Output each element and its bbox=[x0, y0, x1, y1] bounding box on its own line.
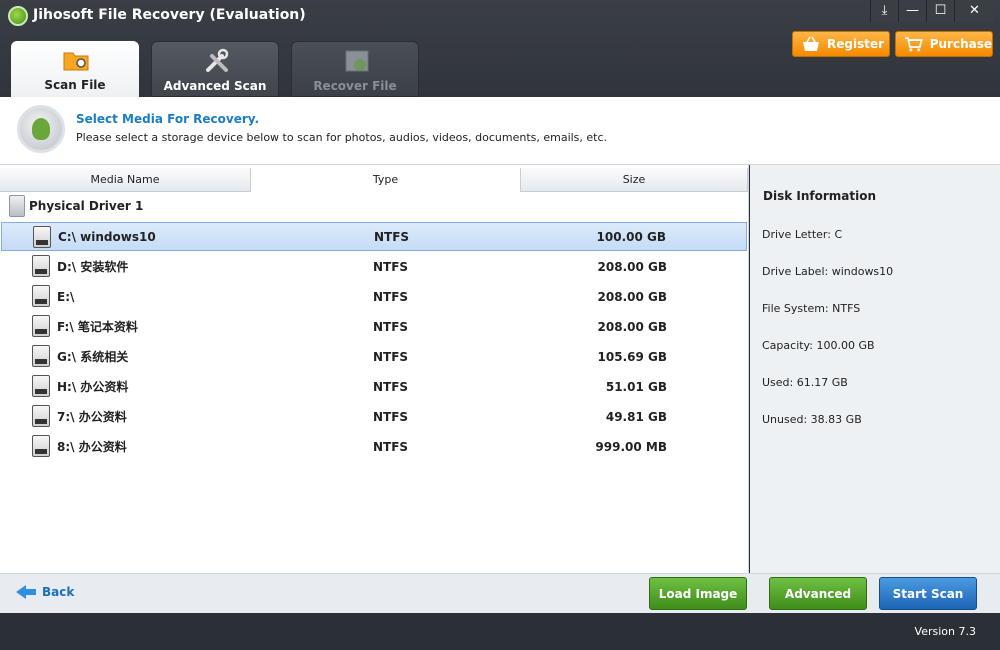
row-name: D:\ 安装软件 bbox=[57, 260, 129, 274]
table-row[interactable]: 8:\ 办公资料 NTFS 999.00 MB bbox=[1, 432, 747, 461]
minimize-button[interactable]: — bbox=[898, 0, 926, 22]
capacity: Capacity: 100.00 GB bbox=[762, 339, 875, 352]
tab-advanced-scan-label: Advanced Scan bbox=[163, 79, 267, 93]
back-button[interactable]: Back bbox=[16, 585, 74, 599]
info-title: Select Media For Recovery. bbox=[76, 112, 260, 126]
drive-icon bbox=[32, 285, 50, 307]
row-type: NTFS bbox=[373, 319, 409, 334]
drive-icon bbox=[33, 226, 51, 248]
row-name: H:\ 办公资料 bbox=[57, 380, 129, 394]
column-type[interactable]: Type bbox=[251, 168, 521, 192]
tab-advanced-scan[interactable]: Advanced Scan bbox=[151, 41, 279, 97]
maximize-button[interactable]: ☐ bbox=[926, 0, 954, 22]
row-type: NTFS bbox=[373, 259, 409, 274]
table-header: Media Name Type Size bbox=[0, 168, 748, 192]
drive-letter: Drive Letter: C bbox=[762, 228, 843, 241]
recover-file-icon bbox=[345, 50, 369, 72]
action-bar: Back Load Image Advanced Scan Start Scan bbox=[0, 573, 1000, 634]
tab-recover-file-label: Recover File bbox=[313, 79, 397, 93]
row-name: E:\ bbox=[57, 289, 75, 304]
tab-scan-file[interactable]: Scan File bbox=[11, 41, 139, 97]
version-label: Version 7.3 bbox=[914, 625, 976, 638]
purchase-label: Purchase bbox=[929, 37, 992, 51]
row-name: F:\ 笔记本资料 bbox=[57, 320, 138, 334]
table-row[interactable]: H:\ 办公资料 NTFS 51.01 GB bbox=[1, 372, 747, 401]
drive-icon bbox=[32, 405, 50, 427]
row-type: NTFS bbox=[373, 439, 409, 454]
app-logo-icon bbox=[8, 6, 28, 26]
media-list-panel: Media Name Type Size Physical Driver 1 C… bbox=[0, 165, 749, 573]
start-scan-button[interactable]: Start Scan bbox=[879, 577, 977, 610]
back-arrow-icon bbox=[16, 585, 36, 599]
row-size: 105.69 GB bbox=[597, 349, 667, 364]
row-size: 999.00 MB bbox=[595, 439, 667, 454]
row-size: 49.81 GB bbox=[605, 409, 667, 424]
load-image-button[interactable]: Load Image bbox=[649, 577, 747, 610]
row-size: 208.00 GB bbox=[597, 259, 667, 274]
row-type: NTFS bbox=[373, 409, 409, 424]
drive-icon bbox=[32, 255, 50, 277]
folder-search-icon bbox=[63, 52, 89, 71]
drive-icon bbox=[32, 435, 50, 457]
physical-drive-group[interactable]: Physical Driver 1 bbox=[9, 195, 143, 217]
table-row[interactable]: E:\ NTFS 208.00 GB bbox=[1, 282, 747, 311]
status-bar: Version 7.3 bbox=[0, 613, 1000, 650]
tools-icon bbox=[206, 48, 229, 72]
table-row[interactable]: G:\ 系统相关 NTFS 105.69 GB bbox=[1, 342, 747, 371]
register-button[interactable]: Register bbox=[792, 31, 890, 57]
row-type: NTFS bbox=[373, 289, 409, 304]
column-media-name[interactable]: Media Name bbox=[0, 168, 251, 192]
row-type: NTFS bbox=[373, 349, 409, 364]
table-row[interactable]: C:\ windows10 NTFS 100.00 GB bbox=[1, 222, 747, 251]
row-size: 208.00 GB bbox=[597, 289, 667, 304]
back-label: Back bbox=[42, 585, 75, 599]
disk-info-panel: Disk Information Drive Letter: C Drive L… bbox=[750, 165, 1000, 573]
unused-space: Unused: 38.83 GB bbox=[762, 413, 862, 426]
drive-icon bbox=[32, 375, 50, 397]
table-row[interactable]: D:\ 安装软件 NTFS 208.00 GB bbox=[1, 252, 747, 281]
app-title: Jihosoft File Recovery (Evaluation) bbox=[33, 7, 306, 23]
info-header: Select Media For Recovery. Please select… bbox=[0, 97, 1000, 165]
title-bar: Jihosoft File Recovery (Evaluation) ⤓ — … bbox=[0, 0, 1000, 97]
row-name: 8:\ 办公资料 bbox=[57, 440, 127, 454]
purchase-button[interactable]: Purchase bbox=[895, 31, 993, 57]
tab-scan-file-label: Scan File bbox=[44, 78, 106, 92]
row-size: 51.01 GB bbox=[605, 379, 667, 394]
table-row[interactable]: 7:\ 办公资料 NTFS 49.81 GB bbox=[1, 402, 747, 431]
register-label: Register bbox=[827, 37, 885, 51]
drive-icon bbox=[32, 345, 50, 367]
physical-drive-icon bbox=[9, 195, 25, 217]
advanced-scan-button[interactable]: Advanced Scan bbox=[769, 577, 867, 634]
row-type: NTFS bbox=[373, 379, 409, 394]
table-row[interactable]: F:\ 笔记本资料 NTFS 208.00 GB bbox=[1, 312, 747, 341]
tab-recover-file[interactable]: Recover File bbox=[291, 41, 419, 97]
close-button[interactable]: ✕ bbox=[954, 0, 994, 22]
file-system: File System: NTFS bbox=[762, 302, 861, 315]
basket-icon bbox=[803, 36, 819, 51]
row-name: G:\ 系统相关 bbox=[57, 350, 129, 364]
used-space: Used: 61.17 GB bbox=[762, 376, 848, 389]
row-size: 100.00 GB bbox=[596, 229, 666, 244]
info-subtitle: Please select a storage device below to … bbox=[76, 131, 608, 144]
row-name: C:\ windows10 bbox=[58, 229, 156, 244]
group-label: Physical Driver 1 bbox=[29, 199, 144, 213]
row-type: NTFS bbox=[374, 229, 410, 244]
cart-icon bbox=[904, 37, 923, 52]
disk-info-title: Disk Information bbox=[763, 189, 877, 203]
media-select-icon bbox=[17, 105, 65, 153]
row-name: 7:\ 办公资料 bbox=[57, 410, 127, 424]
row-size: 208.00 GB bbox=[597, 319, 667, 334]
drive-label: Drive Label: windows10 bbox=[762, 265, 894, 278]
download-icon[interactable]: ⤓ bbox=[870, 0, 898, 22]
drive-icon bbox=[32, 315, 50, 337]
column-size[interactable]: Size bbox=[521, 168, 748, 192]
